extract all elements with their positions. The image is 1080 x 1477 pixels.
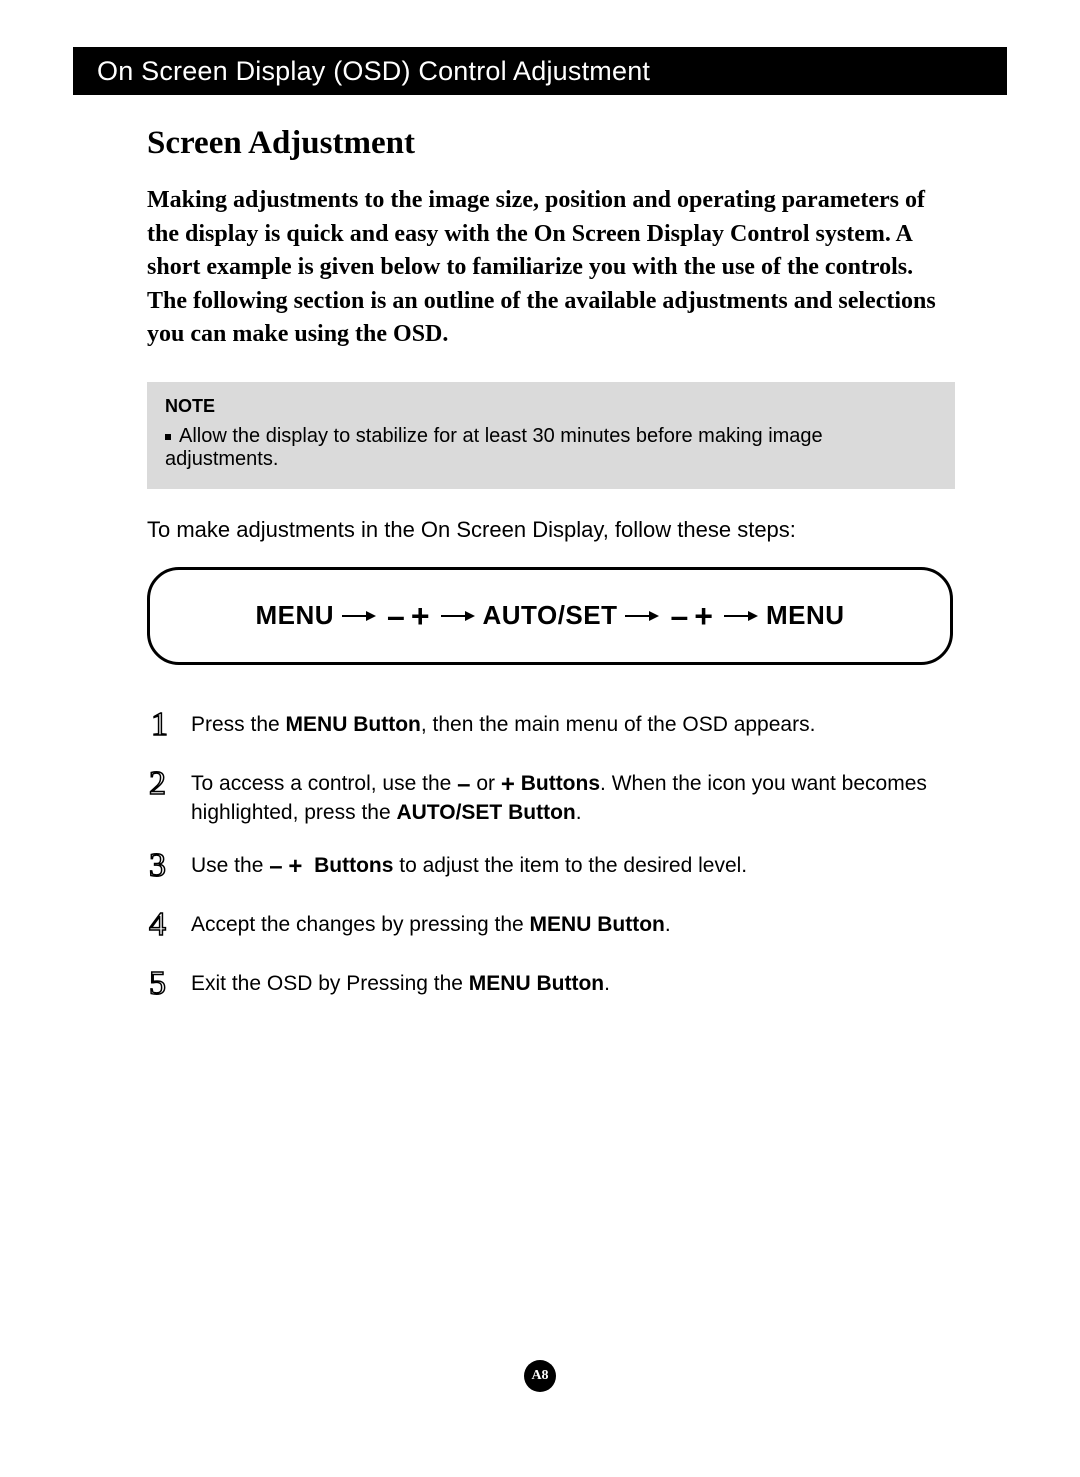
step-3-text: Use the – + Buttons to adjust the item t… [191,846,747,880]
step-1: 1 Press the MENU Button, then the main m… [147,705,957,746]
step-2: 2 To access a control, use the – or + Bu… [147,764,957,828]
minus-icon: – [387,600,405,632]
svg-text:4: 4 [149,906,166,941]
note-content: Allow the display to stabilize for at le… [165,425,823,470]
step-4-text: Accept the changes by pressing the MENU … [191,905,671,939]
minus-icon: – [269,853,282,880]
arrow-icon [441,609,475,623]
page-number: A8 [524,1360,556,1392]
svg-text:1: 1 [151,706,168,741]
step-number-3-icon: 3 [147,846,185,887]
minus-icon: – [670,600,688,632]
page-header: On Screen Display (OSD) Control Adjustme… [73,47,1007,95]
flow-autoset: AUTO/SET [483,600,618,631]
bullet-icon [165,434,171,440]
svg-text:2: 2 [149,765,166,800]
step-number-5-icon: 5 [147,964,185,1005]
step-number-2-icon: 2 [147,764,185,805]
step-number-4-icon: 4 [147,905,185,946]
plus-icon: + [288,853,302,880]
arrow-icon [625,609,659,623]
step-4: 4 Accept the changes by pressing the MEN… [147,905,957,946]
plus-icon: + [501,771,515,798]
steps-list: 1 Press the MENU Button, then the main m… [147,705,957,1005]
step-5: 5 Exit the OSD by Pressing the MENU Butt… [147,964,957,1005]
content-area: Screen Adjustment Making adjustments to … [147,125,957,1023]
section-title: Screen Adjustment [147,125,957,162]
plus-icon: + [694,600,713,632]
step-2-text: To access a control, use the – or + Butt… [191,764,957,828]
intro-paragraph: Making adjustments to the image size, po… [147,184,957,352]
svg-text:3: 3 [149,847,166,882]
plus-icon: + [411,600,430,632]
step-1-text: Press the MENU Button, then the main men… [191,705,815,739]
step-5-text: Exit the OSD by Pressing the MENU Button… [191,964,610,998]
step-3: 3 Use the – + Buttons to adjust the item… [147,846,957,887]
note-label: NOTE [165,396,937,417]
note-text: Allow the display to stabilize for at le… [165,425,937,471]
flow-diagram: MENU – + AUTO/SET – + MENU [147,567,953,665]
flow-menu-1: MENU [255,600,334,631]
arrow-icon [342,609,376,623]
flow-menu-2: MENU [766,600,845,631]
minus-icon: – [457,771,470,798]
svg-text:5: 5 [149,965,166,1000]
steps-intro: To make adjustments in the On Screen Dis… [147,517,957,543]
note-box: NOTE Allow the display to stabilize for … [147,382,955,489]
arrow-icon [724,609,758,623]
step-number-1-icon: 1 [147,705,185,746]
